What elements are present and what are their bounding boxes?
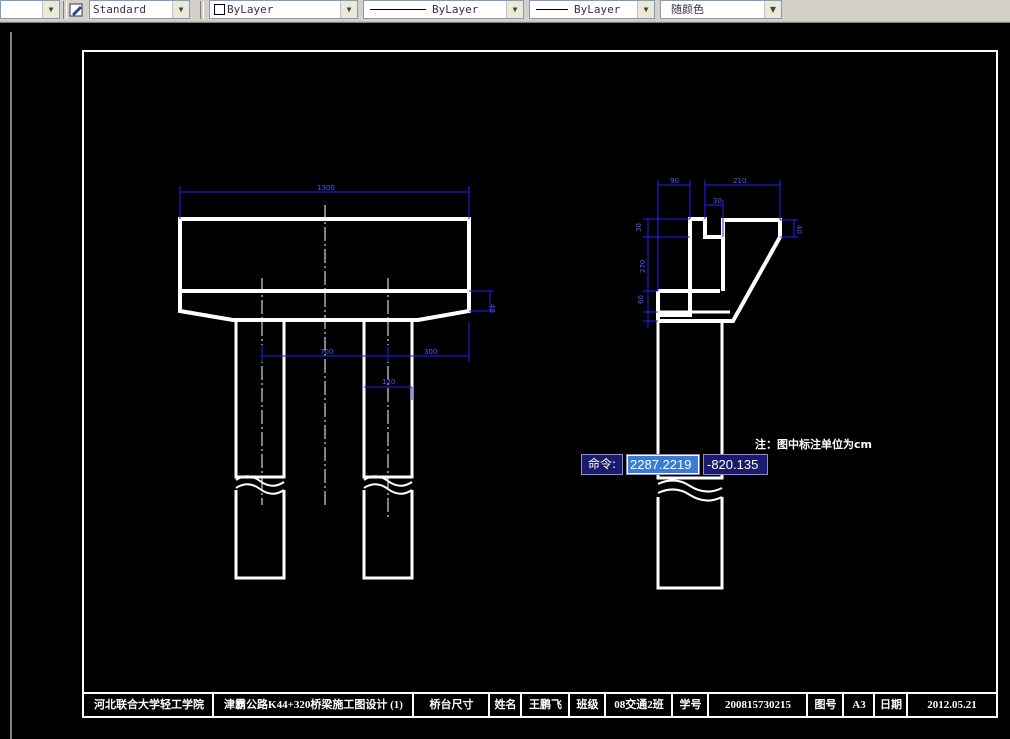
- tb-drawing-name: 桥台尺寸: [429, 699, 474, 711]
- dim-front-right-offset: 300: [424, 348, 437, 356]
- tb-id-label: 学号: [679, 699, 702, 711]
- tb-school: 河北联合大学轻工学院: [94, 699, 204, 711]
- dim-front-pile-spacing: 700: [320, 348, 333, 356]
- sheet-border: [82, 50, 998, 718]
- dim-side-top-left: 90: [670, 177, 679, 185]
- command-prompt-label: 命令:: [581, 454, 623, 475]
- dim-side-d1: 30: [635, 223, 643, 232]
- dim-side-inner: 30: [713, 197, 722, 205]
- coordinate-x-input[interactable]: 2287.2219: [626, 454, 700, 475]
- tb-name-value: 王鹏飞: [529, 699, 562, 711]
- dim-side-d3: 60: [637, 295, 645, 304]
- side-view: [656, 217, 782, 590]
- unit-note: 注：图中标注单位为cm: [755, 438, 872, 451]
- dim-front-pile-diameter: 120: [382, 378, 395, 386]
- tb-date-value: 2012.05.21: [927, 699, 977, 711]
- tb-project: 津霸公路K44+320桥梁施工图设计 (1): [224, 699, 403, 711]
- dim-front-width: 1300: [317, 184, 335, 192]
- tb-id-value: 200815730215: [725, 699, 791, 711]
- tb-class-label: 班级: [576, 699, 599, 711]
- tb-name-label: 姓名: [494, 699, 517, 711]
- dim-side-d4: 40: [795, 225, 803, 234]
- tb-sheet-label: 图号: [814, 699, 837, 711]
- front-view: [178, 205, 471, 580]
- dim-side-top-right: 210: [733, 177, 746, 185]
- coordinate-x-value: 2287.2219: [628, 456, 698, 473]
- tb-class-value: 08交通2班: [614, 699, 664, 711]
- tb-date-label: 日期: [880, 699, 902, 711]
- cad-drawing: 1300 40 700 300 120 90 210 30 30 270 60 …: [0, 21, 1010, 739]
- tb-sheet-value: A3: [852, 699, 866, 711]
- dim-front-right-height: 40: [488, 304, 496, 313]
- coordinate-y-input[interactable]: -820.135: [703, 454, 768, 475]
- dim-side-d2: 270: [639, 260, 647, 273]
